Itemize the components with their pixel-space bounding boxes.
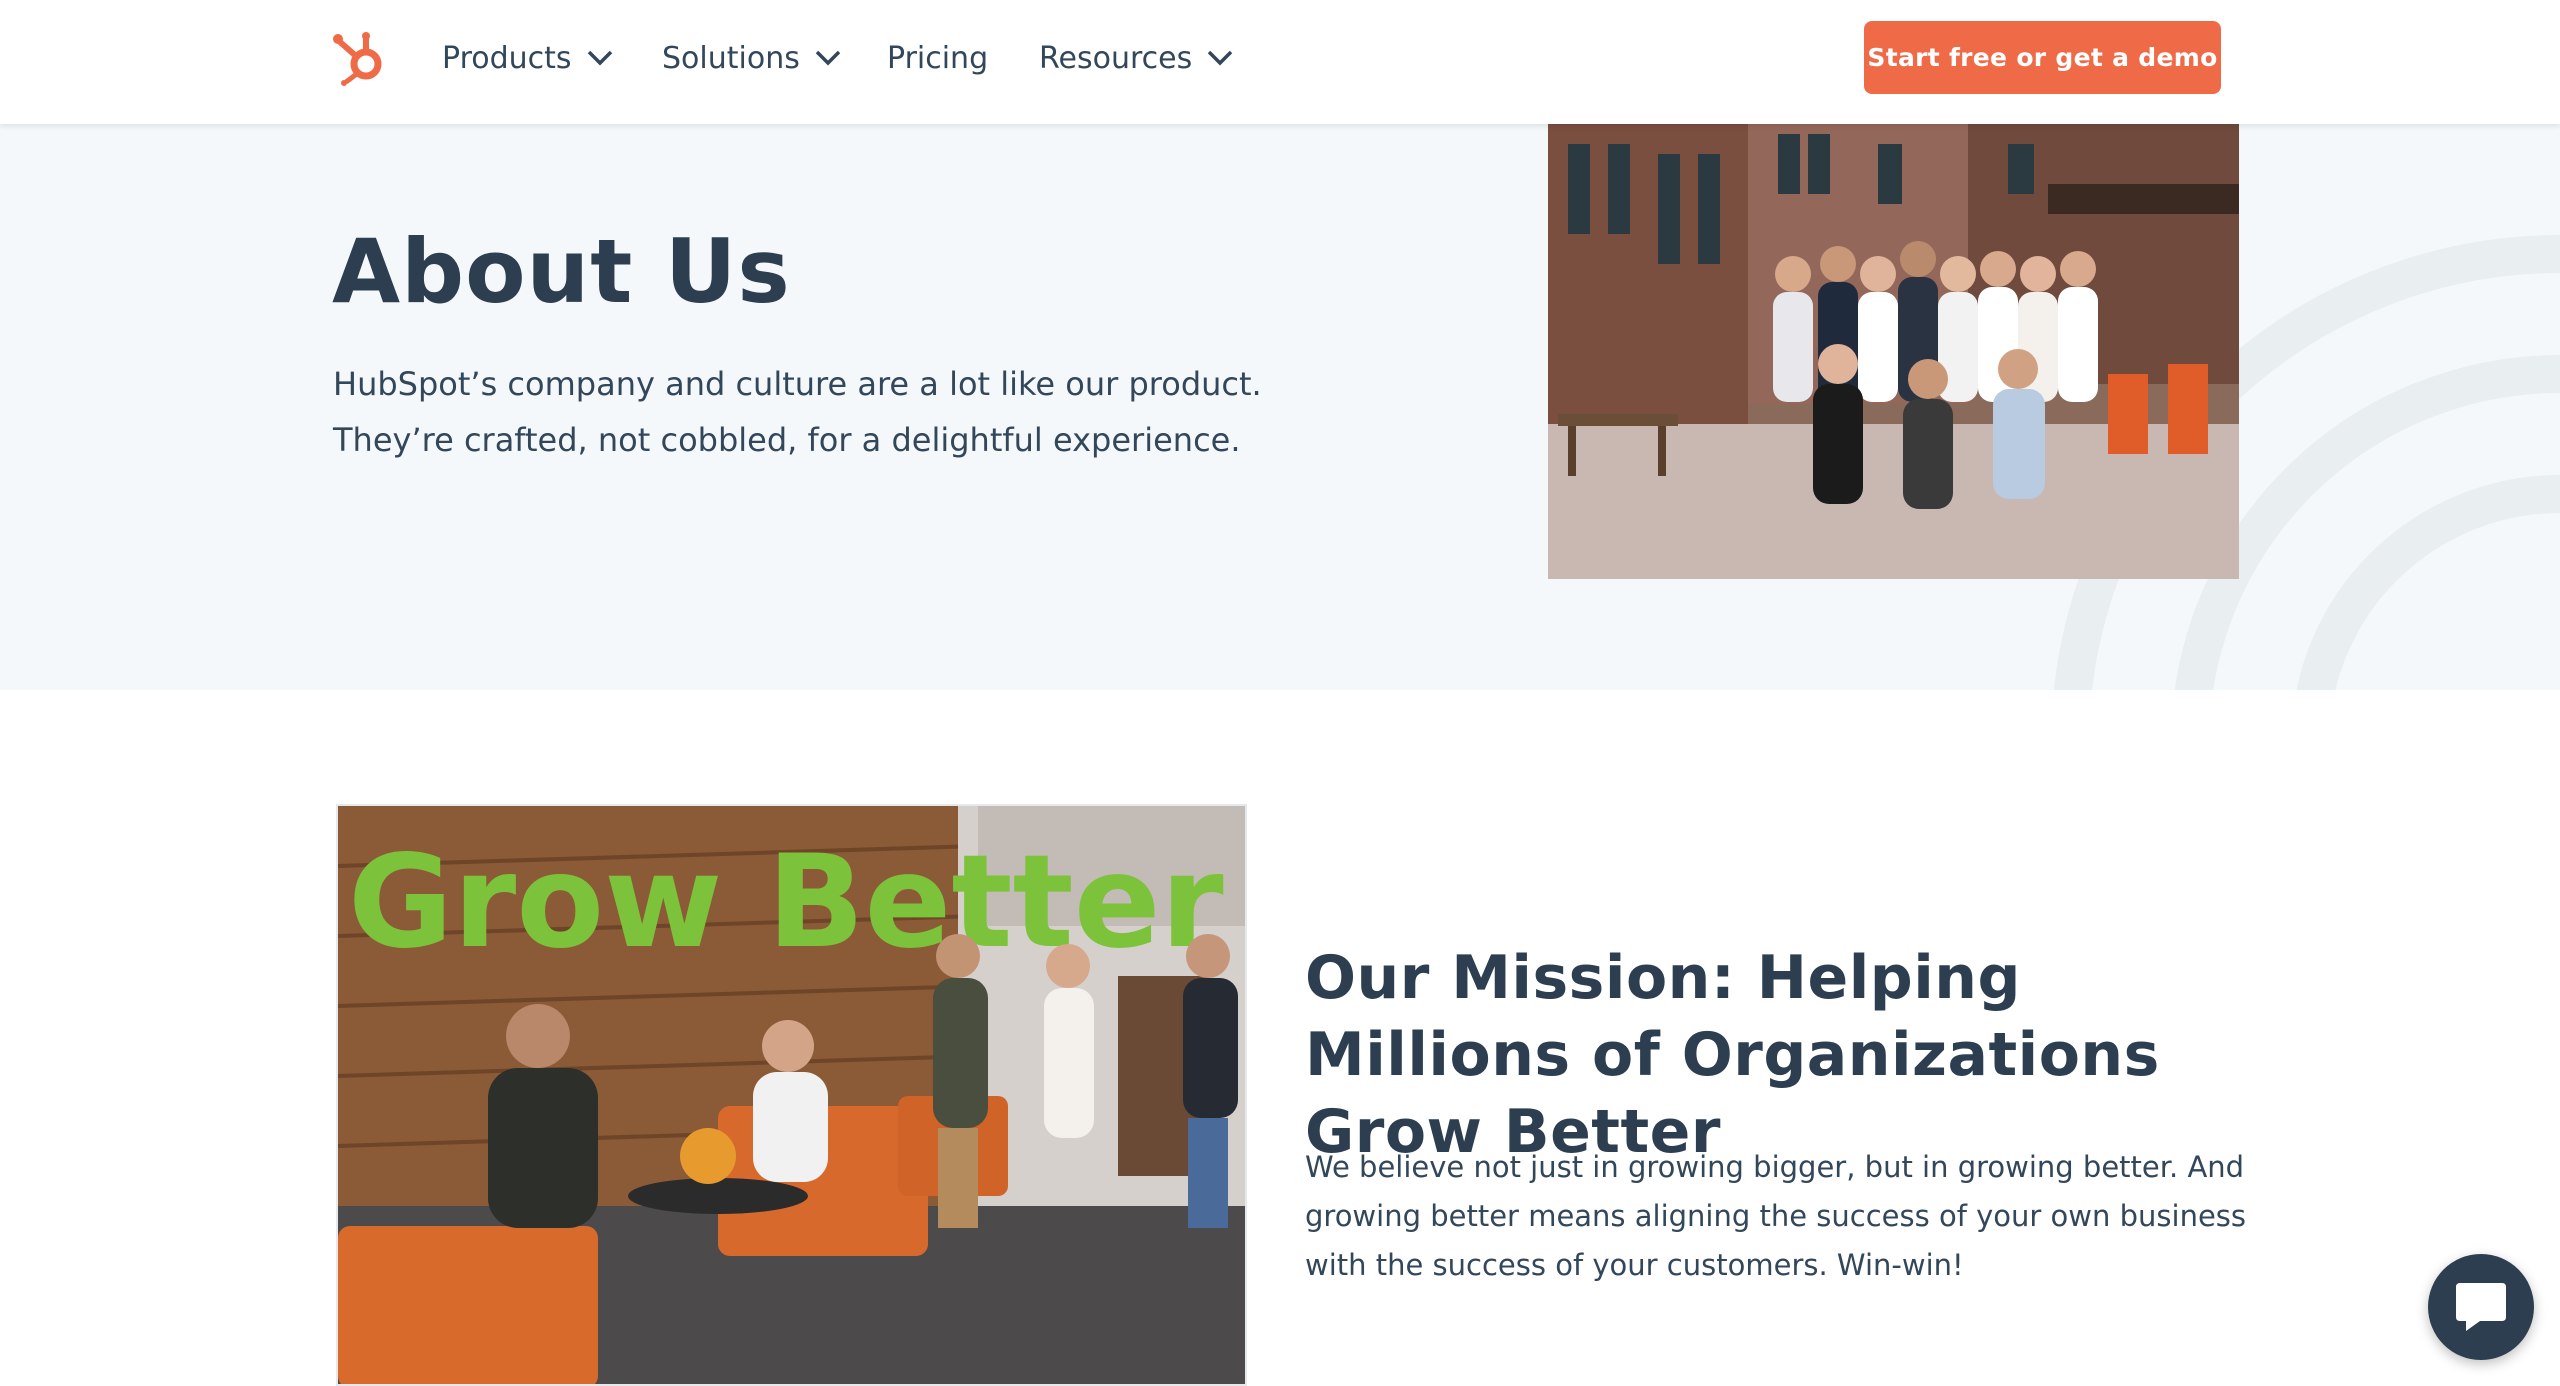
nav-item-label: Solutions [662,40,800,76]
nav-item-products[interactable]: Products [442,36,614,80]
nav-item-label: Pricing [887,40,989,76]
top-navigation: Products Solutions Pricing Resources Sta… [0,0,2560,124]
nav-item-label: Resources [1039,40,1193,76]
chat-launcher-button[interactable] [2428,1254,2534,1360]
hubspot-sprocket-icon[interactable] [332,28,388,86]
mission-heading: Our Mission: Helping Millions of Organiz… [1305,943,2160,1167]
page-title: About Us [332,220,791,323]
about-hero-section: About Us HubSpot’s company and culture a… [0,124,2560,690]
hero-description: HubSpot’s company and culture are a lot … [333,365,1262,459]
nav-item-solutions[interactable]: Solutions [662,36,842,80]
nav-item-resources[interactable]: Resources [1039,36,1234,80]
team-photo [1548,124,2239,579]
start-free-demo-button[interactable]: Start free or get a demo [1864,21,2221,94]
nav-item-pricing[interactable]: Pricing [887,36,988,80]
chevron-down-icon [1207,50,1233,66]
mission-description: We believe not just in growing bigger, b… [1305,1150,2247,1282]
nav-item-label: Products [442,40,572,76]
chevron-down-icon [587,50,612,66]
grow-better-office-photo: Grow Better [336,804,1247,1386]
chat-bubble-icon [2456,1283,2506,1331]
chevron-down-icon [815,50,841,66]
grow-better-sign: Grow Better [348,828,1224,977]
